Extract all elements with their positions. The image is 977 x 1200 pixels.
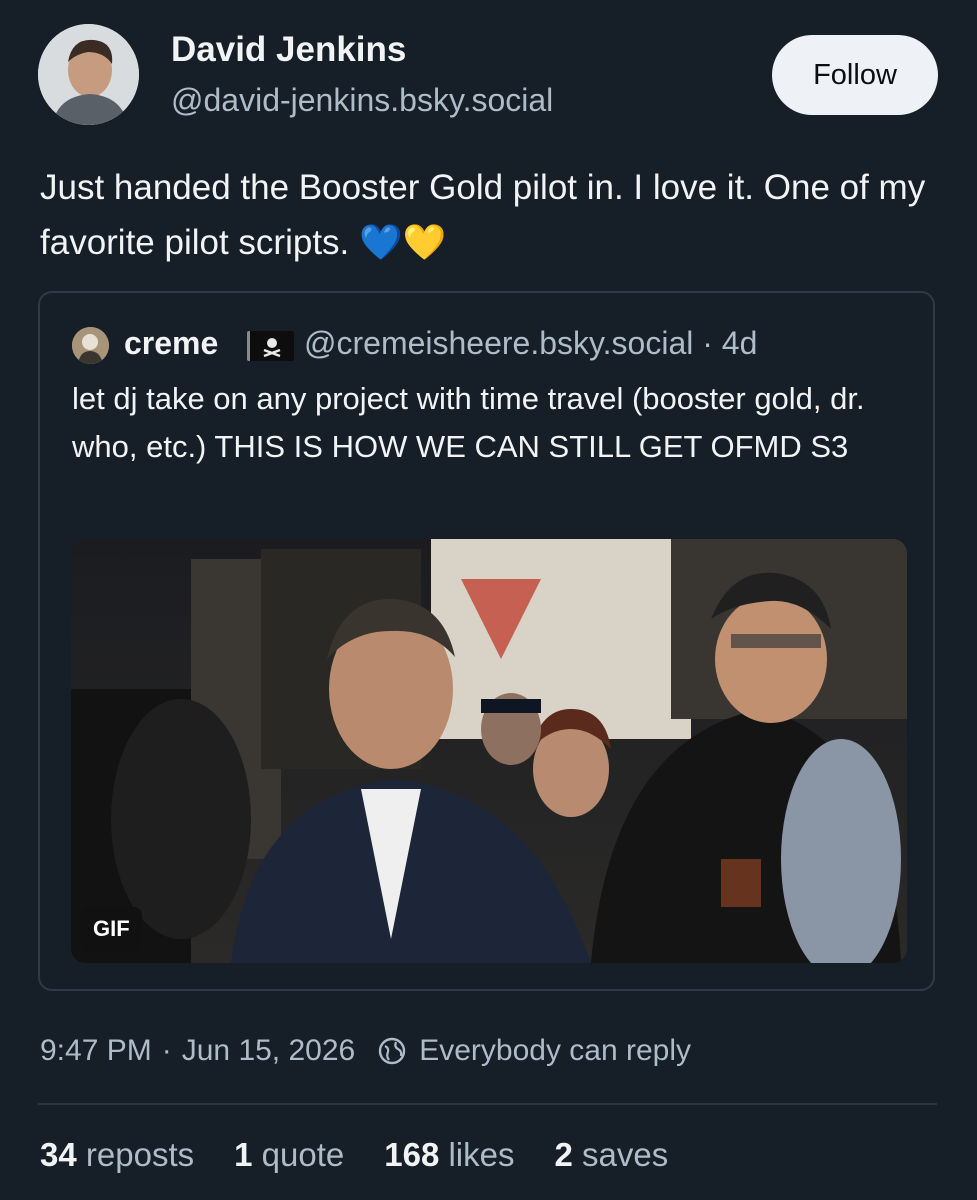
quote-gif[interactable]: GIF [71,539,907,963]
quote-author-handle[interactable]: @cremeisheere.bsky.social · 4d [304,325,757,362]
reposts-label: reposts [85,1136,195,1173]
follow-button[interactable]: Follow [772,35,938,115]
saves-label: saves [582,1136,669,1173]
post-date: Jun 15, 2026 [181,1034,356,1067]
quotes-stat[interactable]: 1 quote [234,1136,344,1174]
post-time: 9:47 PM [40,1034,152,1067]
likes-stat[interactable]: 168 likes [384,1136,514,1174]
post-text: Just handed the Booster Gold pilot in. I… [40,168,926,262]
reply-setting[interactable]: Everybody can reply [419,1034,691,1068]
saves-stat[interactable]: 2 saves [555,1136,669,1174]
saves-count: 2 [554,1136,573,1173]
author-avatar[interactable] [38,24,139,125]
globe-reply-icon [379,1037,406,1065]
quote-author-avatar[interactable] [72,327,109,364]
author-avatar-image [38,24,139,125]
post-meta: 9:47 PM · Jun 15, 2026 Everybody can rep… [40,1034,691,1068]
quote-avatar-image [72,327,109,364]
engagement-stats: 34 reposts 1 quote 168 likes 2 saves [40,1136,708,1174]
likes-count: 168 [384,1136,440,1173]
reposts-count: 34 [40,1136,77,1173]
likes-label: likes [448,1136,515,1173]
quote-text: let dj take on any project with time tra… [72,381,865,464]
quote-author-name[interactable]: creme [124,325,218,362]
reposts-stat[interactable]: 34 reposts [40,1136,194,1174]
quotes-label: quote [261,1136,345,1173]
gif-badge: GIF [81,907,142,951]
meta-separator: · [161,1034,172,1067]
quotes-count: 1 [234,1136,253,1173]
author-name[interactable]: David Jenkins [171,30,406,70]
post-thread: David Jenkins @david-jenkins.bsky.social… [0,0,977,1200]
skull-icon [263,338,281,358]
author-handle[interactable]: @david-jenkins.bsky.social [171,82,553,119]
quoted-post[interactable]: creme @cremeisheere.bsky.social · 4d let… [38,291,935,991]
pirate-flag-icon [247,331,294,361]
divider [38,1103,937,1105]
gif-image [71,539,907,963]
